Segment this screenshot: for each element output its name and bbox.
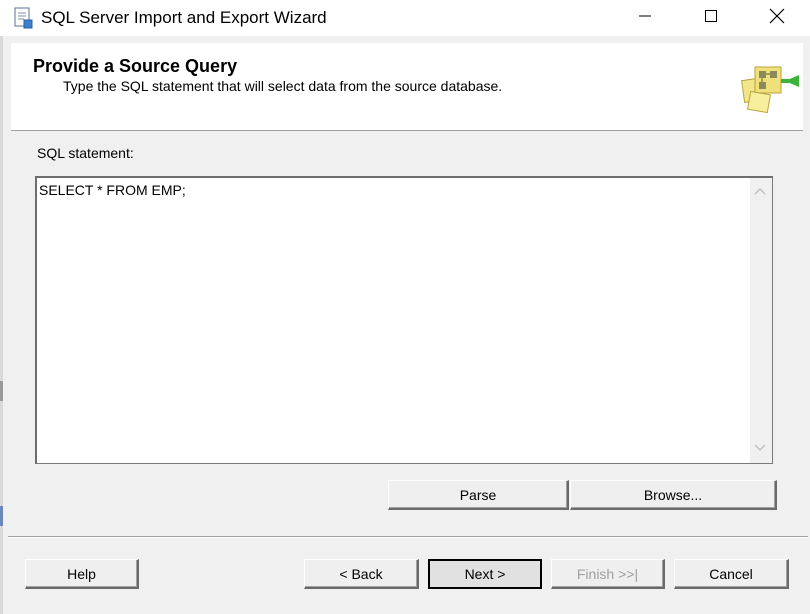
footer-separator xyxy=(8,536,808,538)
sql-statement-text[interactable]: SELECT * FROM EMP; xyxy=(39,182,186,198)
scroll-down-icon[interactable] xyxy=(754,440,766,458)
vertical-scrollbar[interactable] xyxy=(750,178,772,463)
page-title: Provide a Source Query xyxy=(33,56,238,76)
minimize-icon xyxy=(639,15,651,17)
browse-button[interactable]: Browse... xyxy=(570,480,777,510)
sql-statement-label: SQL statement: xyxy=(37,145,134,161)
back-button[interactable]: < Back xyxy=(304,559,419,589)
maximize-button[interactable] xyxy=(678,0,744,32)
page-header: Provide a Source Query Type the SQL stat… xyxy=(11,43,803,131)
minimize-button[interactable] xyxy=(612,0,678,32)
close-button[interactable] xyxy=(744,0,810,32)
maximize-icon xyxy=(705,10,717,22)
help-button[interactable]: Help xyxy=(25,559,139,589)
page-subtitle: Type the SQL statement that will select … xyxy=(63,78,503,94)
window-title: SQL Server Import and Export Wizard xyxy=(41,8,327,27)
finish-button: Finish >>| xyxy=(551,559,665,589)
parse-button[interactable]: Parse xyxy=(388,480,569,510)
next-button[interactable]: Next > xyxy=(428,559,542,589)
close-icon xyxy=(769,8,785,24)
wizard-app-icon xyxy=(12,6,34,30)
edge-mark xyxy=(0,381,3,401)
edge-mark xyxy=(0,506,3,526)
window-left-edge xyxy=(0,36,3,614)
title-bar: SQL Server Import and Export Wizard xyxy=(0,0,810,36)
scroll-up-icon[interactable] xyxy=(754,183,766,201)
cancel-button[interactable]: Cancel xyxy=(674,559,789,589)
wizard-page-icon xyxy=(735,53,803,121)
sql-statement-textarea[interactable]: SELECT * FROM EMP; xyxy=(35,176,773,464)
